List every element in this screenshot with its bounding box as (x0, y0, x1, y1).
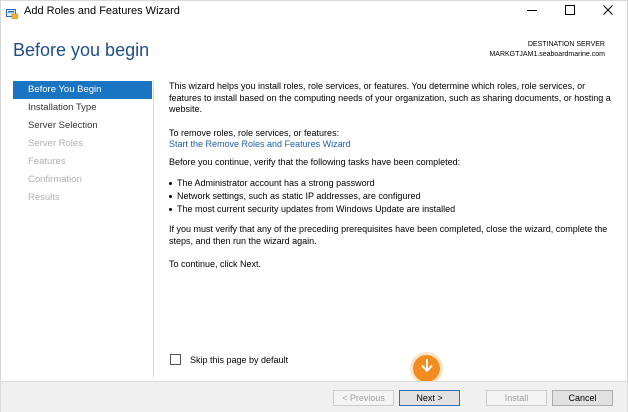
wizard-header: Before you begin DESTINATION SERVER MARK… (1, 21, 627, 73)
sidebar-item-before-you-begin[interactable]: Before You Begin (13, 81, 152, 99)
window-controls (513, 1, 627, 21)
next-button[interactable]: Next > (399, 390, 460, 406)
wizard-content: This wizard helps you install roles, rol… (169, 81, 611, 271)
skip-page-checkbox[interactable] (170, 354, 181, 365)
destination-label: DESTINATION SERVER (527, 41, 605, 48)
minimize-button[interactable] (513, 1, 551, 21)
verify-text: Before you continue, verify that the fol… (169, 156, 461, 167)
maximize-icon (565, 2, 575, 20)
destination-server-name: MARKGTJAM1.seaboardmarine.com (489, 51, 605, 58)
skip-page-label: Skip this page by default (190, 354, 289, 365)
destination-server-block: DESTINATION SERVER MARKGTJAM1.seaboardma… (489, 40, 605, 60)
sidebar-item-features: Features (28, 156, 66, 167)
cancel-button[interactable]: Cancel (552, 390, 613, 406)
prerequisite-list: The Administrator account has a strong p… (169, 177, 611, 216)
continue-text: To continue, click Next. (169, 259, 262, 269)
close-button[interactable] (589, 1, 627, 21)
sidebar-item-confirmation: Confirmation (28, 174, 82, 185)
prereq-text: If you must verify that any of the prece… (169, 224, 608, 246)
sidebar-item-server-roles: Server Roles (28, 138, 83, 149)
title-bar[interactable]: Add Roles and Features Wizard (1, 1, 627, 21)
window-title: Add Roles and Features Wizard (24, 5, 180, 17)
sidebar-item-server-selection[interactable]: Server Selection (13, 117, 152, 135)
wizard-footer: < Previous Next > Install Cancel (1, 381, 627, 412)
click-marker (413, 355, 440, 382)
remove-roles-link[interactable]: Start the Remove Roles and Features Wiza… (169, 139, 351, 151)
close-icon (603, 2, 613, 20)
sidebar-item-results: Results (28, 192, 60, 203)
arrow-down-icon (421, 359, 433, 378)
sidebar-divider (153, 81, 154, 377)
list-item: Network settings, such as static IP addr… (169, 190, 611, 203)
wizard-window: Add Roles and Features Wizard Before you… (0, 0, 628, 412)
intro-text: This wizard helps you install roles, rol… (169, 81, 611, 114)
wizard-sidebar: Before You Begin Installation Type Serve… (13, 81, 153, 207)
list-item: The most current security updates from W… (169, 203, 611, 216)
remove-label: To remove roles, role services, or featu… (169, 127, 340, 138)
previous-button: < Previous (333, 390, 394, 406)
install-button: Install (486, 390, 547, 406)
skip-page-option[interactable]: Skip this page by default (170, 354, 288, 365)
list-item: The Administrator account has a strong p… (169, 177, 611, 190)
maximize-button[interactable] (551, 1, 589, 21)
sidebar-item-installation-type[interactable]: Installation Type (13, 99, 152, 117)
page-title: Before you begin (13, 40, 150, 60)
server-manager-icon (6, 6, 18, 19)
minimize-icon (527, 2, 537, 20)
